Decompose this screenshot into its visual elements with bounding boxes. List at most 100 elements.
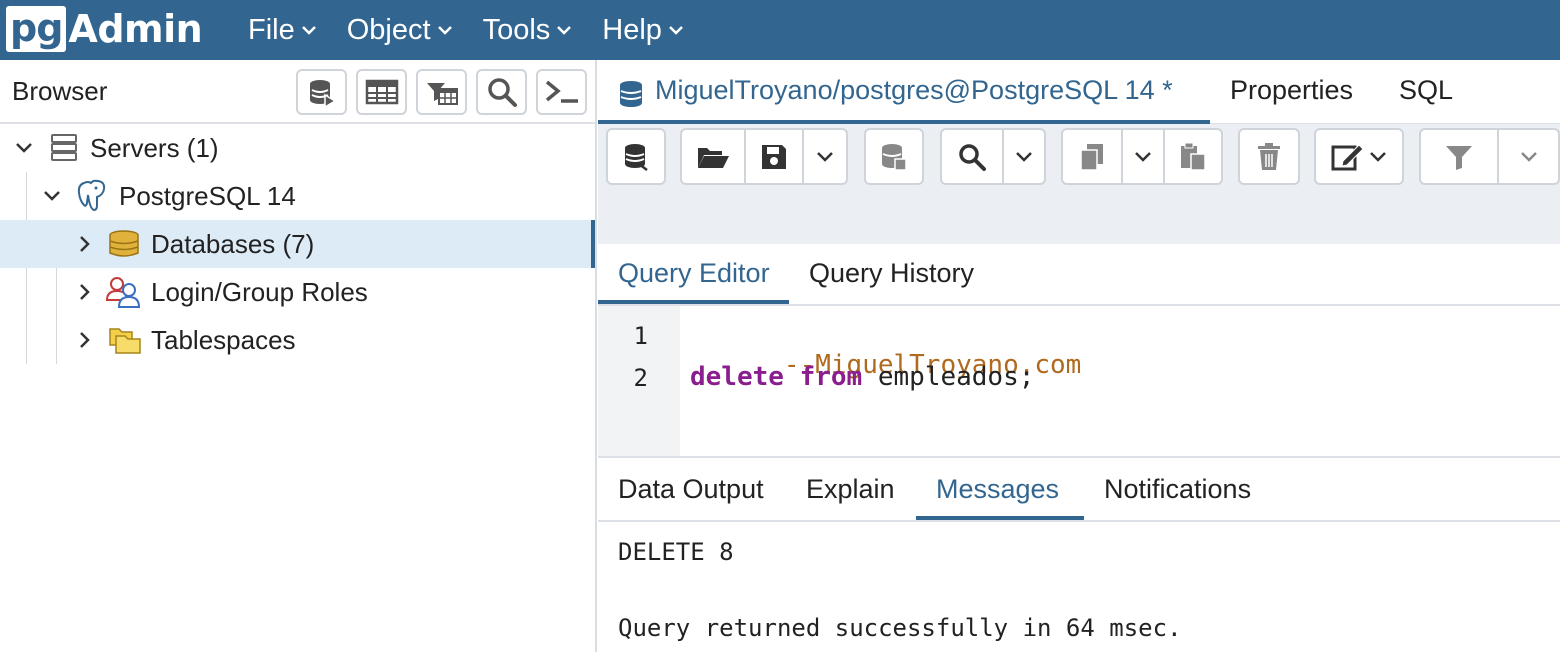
chevron-down-icon: [1135, 151, 1151, 162]
filter-options-dropdown[interactable]: [1497, 128, 1560, 185]
menu-object[interactable]: Object: [347, 14, 453, 47]
tree-node-databases[interactable]: Databases (7): [0, 220, 595, 268]
copy-options-dropdown[interactable]: [1121, 128, 1165, 185]
filtered-rows-button[interactable]: [416, 69, 467, 115]
line-number: 2: [633, 364, 648, 392]
tab-query-tool-label: MiguelTroyano/postgres@PostgreSQL 14 *: [655, 75, 1173, 105]
chevron-down-icon: [1016, 151, 1032, 162]
trash-icon: [1258, 142, 1280, 170]
sql-keyword-from: from: [799, 362, 863, 392]
databases-icon: [108, 229, 140, 259]
database-edit-icon: [882, 143, 907, 171]
save-file-button[interactable]: [744, 128, 804, 185]
chevron-down-icon: [301, 26, 316, 35]
filtered-rows-icon: [426, 83, 458, 105]
tree-node-label: Servers (1): [90, 132, 219, 163]
chevron-down-icon: [669, 26, 683, 35]
folder-open-icon: [698, 147, 729, 168]
active-tab-indicator: [598, 300, 789, 304]
top-navbar: pg Admin File Object Tools Help: [0, 0, 1560, 60]
tab-explain[interactable]: Explain: [806, 474, 895, 505]
database-query-icon: [309, 80, 336, 107]
menu-object-label: Object: [346, 13, 431, 46]
main-menu: File Object Tools Help: [236, 0, 702, 60]
tree-node-label: Tablespaces: [151, 324, 296, 355]
tab-properties[interactable]: Properties: [1230, 75, 1353, 106]
postgres-elephant-icon: [76, 179, 108, 213]
filter-button[interactable]: [1419, 128, 1499, 185]
edit-icon: [1331, 143, 1364, 170]
menu-tools[interactable]: Tools: [483, 14, 573, 47]
active-tab-indicator: [916, 516, 1084, 520]
filter-icon: [1446, 145, 1472, 170]
delete-rows-button[interactable]: [1238, 128, 1300, 185]
object-tree: Servers (1) PostgreSQL 14 Databases (7) …: [0, 124, 595, 364]
chevron-right-icon[interactable]: [78, 234, 92, 254]
menu-help-label: Help: [602, 13, 662, 46]
tab-data-output[interactable]: Data Output: [618, 474, 764, 505]
logo-admin: Admin: [68, 7, 203, 51]
message-line: DELETE 8: [618, 538, 734, 566]
table-grid-icon: [365, 79, 398, 105]
tree-node-login-group-roles[interactable]: Login/Group Roles: [0, 268, 595, 316]
find-button[interactable]: [940, 128, 1004, 185]
browser-header: Browser: [0, 60, 595, 124]
save-options-dropdown[interactable]: [802, 128, 848, 185]
line-number: 1: [633, 322, 648, 350]
tree-node-servers[interactable]: Servers (1): [0, 124, 595, 172]
tree-node-tablespaces[interactable]: Tablespaces: [0, 316, 595, 364]
tab-query-history[interactable]: Query History: [809, 258, 974, 289]
toggle-sql-button[interactable]: [864, 128, 924, 185]
tab-messages[interactable]: Messages: [936, 474, 1059, 505]
psql-tool-button[interactable]: [536, 69, 587, 115]
terminal-icon: [545, 80, 578, 103]
tree-node-postgresql-14[interactable]: PostgreSQL 14: [0, 172, 595, 220]
search-objects-button[interactable]: [476, 69, 527, 115]
open-file-button[interactable]: [680, 128, 746, 185]
main-tabs: MiguelTroyano/postgres@PostgreSQL 14 * P…: [598, 60, 1560, 124]
search-icon: [487, 78, 517, 107]
tab-sql[interactable]: SQL: [1399, 75, 1453, 106]
chevron-down-icon[interactable]: [42, 189, 62, 203]
save-icon: [762, 144, 786, 169]
chevron-down-icon: [1520, 151, 1537, 162]
chevron-right-icon[interactable]: [78, 282, 92, 302]
line-number-gutter: 1 2: [598, 306, 680, 456]
edit-options-dropdown[interactable]: [1314, 128, 1404, 185]
menu-help[interactable]: Help: [602, 14, 684, 47]
tab-query-editor[interactable]: Query Editor: [618, 258, 770, 289]
code-line-2[interactable]: delete from empleados;: [690, 362, 1034, 392]
paste-button[interactable]: [1163, 128, 1223, 185]
main-panel: MiguelTroyano/postgres@PostgreSQL 14 * P…: [598, 60, 1560, 652]
chevron-down-icon: [817, 151, 833, 162]
sql-table-name: empleados;: [862, 362, 1035, 392]
chevron-down-icon[interactable]: [14, 141, 34, 155]
view-data-button[interactable]: [356, 69, 407, 115]
tab-notifications[interactable]: Notifications: [1104, 474, 1251, 505]
editor-tabs: Query Editor Query History: [598, 244, 1560, 306]
menu-tools-label: Tools: [482, 13, 551, 46]
find-options-dropdown[interactable]: [1002, 128, 1046, 185]
message-line: Query returned successfully in 64 msec.: [618, 614, 1182, 642]
query-tool-button[interactable]: [296, 69, 347, 115]
sql-keyword-delete: delete: [690, 362, 784, 392]
copy-button[interactable]: [1061, 128, 1123, 185]
chevron-down-icon: [437, 26, 452, 35]
browser-panel: Browser Servers (1) PostgreSQL 14 Databa…: [0, 60, 597, 652]
search-icon: [959, 143, 986, 171]
connection-status-button[interactable]: [606, 128, 666, 185]
messages-output: DELETE 8 Query returned successfully in …: [598, 522, 1560, 652]
chevron-right-icon[interactable]: [78, 330, 92, 350]
database-connection-icon: [625, 143, 648, 171]
menu-file[interactable]: File: [248, 14, 317, 47]
browser-title: Browser: [12, 76, 108, 106]
tree-node-label: Databases (7): [151, 228, 315, 259]
paste-icon: [1181, 142, 1206, 171]
database-icon: [618, 79, 644, 114]
tab-query-tool[interactable]: MiguelTroyano/postgres@PostgreSQL 14 *: [598, 60, 1210, 124]
sql-editor[interactable]: 1 2 --MiguelTroyano.com delete from empl…: [598, 306, 1560, 458]
chevron-down-icon: [557, 26, 572, 35]
pgadmin-logo[interactable]: pg Admin: [6, 6, 203, 52]
tree-node-label: Login/Group Roles: [151, 276, 368, 307]
roles-icon: [106, 276, 142, 308]
